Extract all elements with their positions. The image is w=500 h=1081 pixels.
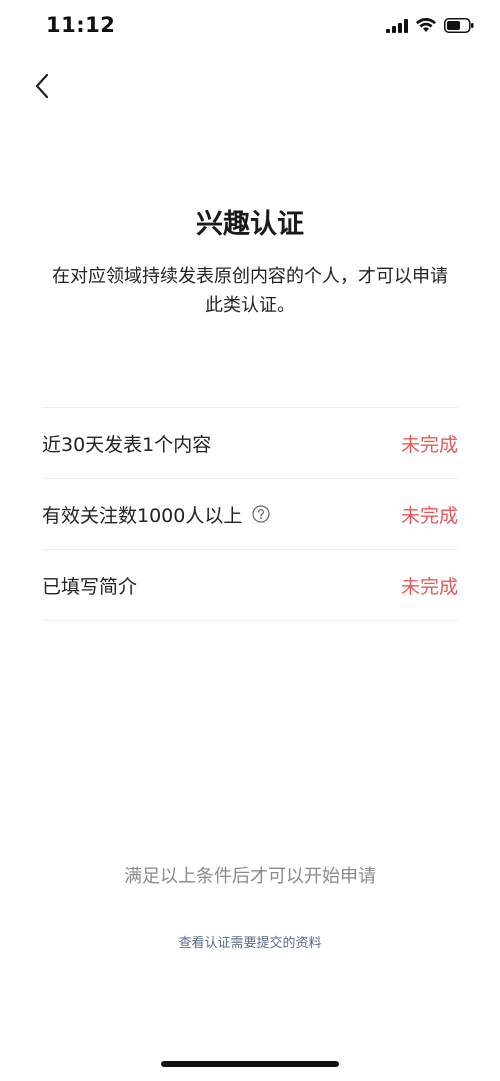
requirement-label-wrap: 有效关注数1000人以上 — [42, 501, 270, 528]
wifi-icon — [416, 17, 436, 37]
status-icons — [386, 16, 474, 38]
home-indicator[interactable] — [161, 1061, 339, 1067]
signal-icon — [386, 18, 408, 37]
apply-hint: 满足以上条件后才可以开始申请 — [124, 866, 376, 887]
requirement-status: 未完成 — [400, 433, 458, 456]
requirement-row: 已填写简介 未完成 — [42, 550, 458, 621]
requirement-label-wrap: 已填写简介 — [42, 572, 137, 599]
view-materials-link[interactable]: 查看认证需要提交的资料 — [0, 932, 500, 951]
page-title: 兴趣认证 — [196, 209, 304, 240]
chevron-left-icon — [34, 73, 50, 103]
page-description: 在对应领域持续发表原创内容的个人，才可以申请此类认证。 — [52, 266, 448, 316]
question-circle-icon[interactable] — [252, 505, 270, 523]
requirements-list: 近30天发表1个内容 未完成 有效关注数1000人以上 未完成 已填写简介 未完… — [42, 407, 458, 621]
requirement-status: 未完成 — [400, 504, 458, 527]
status-time: 11:12 — [46, 13, 116, 37]
requirement-label: 有效关注数1000人以上 — [42, 504, 243, 527]
requirement-status: 未完成 — [400, 575, 458, 598]
requirement-label-wrap: 近30天发表1个内容 — [42, 430, 211, 457]
battery-icon — [444, 17, 474, 37]
requirement-row: 近30天发表1个内容 未完成 — [42, 408, 458, 479]
requirement-label: 近30天发表1个内容 — [42, 433, 212, 456]
requirement-row: 有效关注数1000人以上 未完成 — [42, 479, 458, 550]
requirement-label: 已填写简介 — [42, 575, 138, 598]
back-button[interactable] — [24, 70, 60, 106]
status-bar: 11:12 — [0, 0, 500, 54]
